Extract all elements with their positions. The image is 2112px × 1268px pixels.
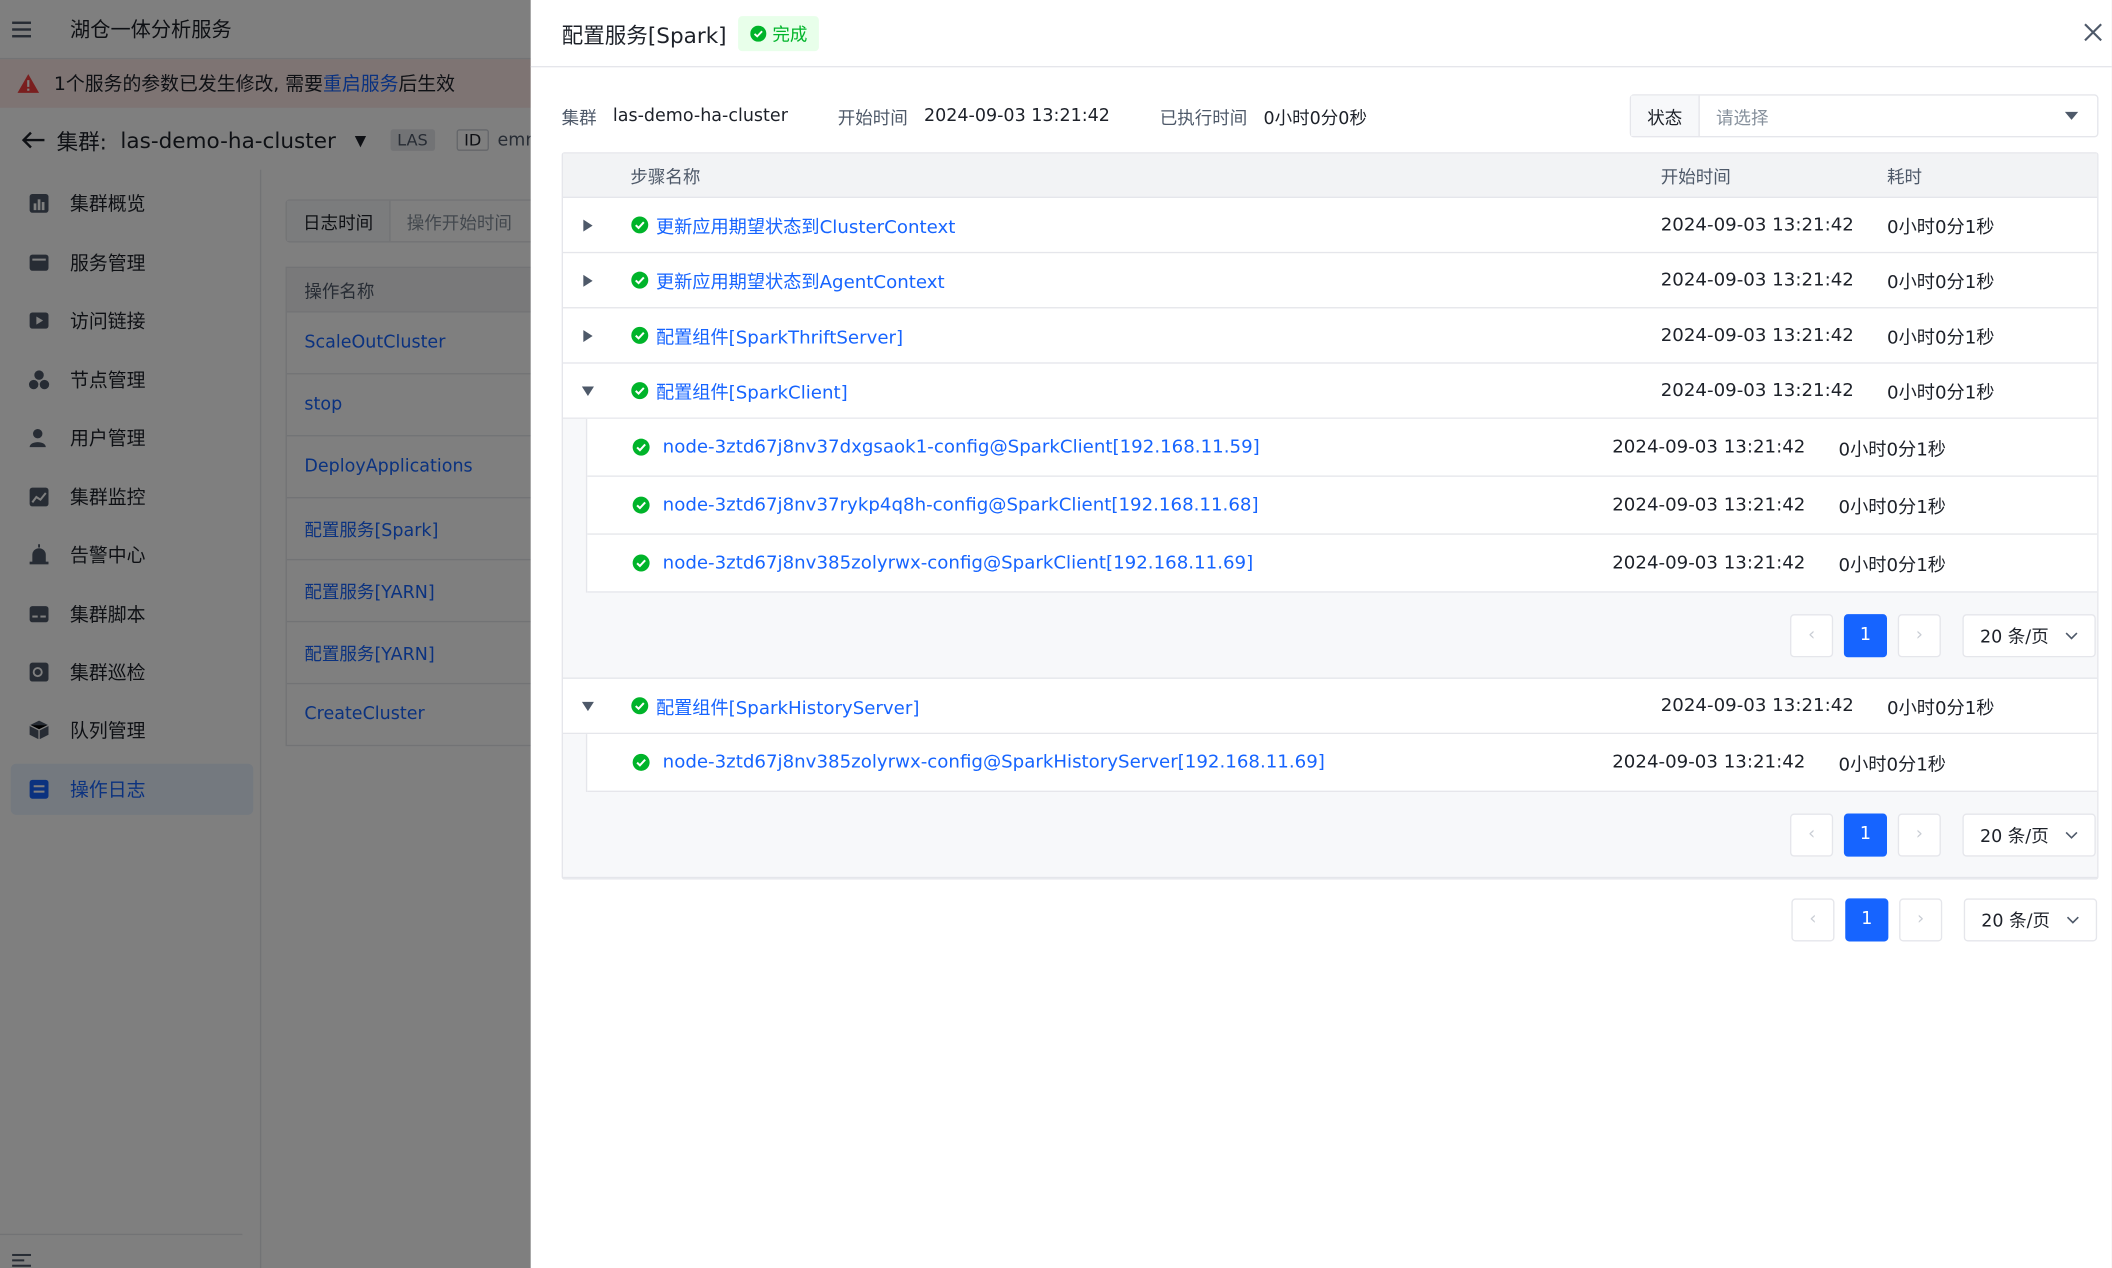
collapse-caret-icon[interactable] xyxy=(580,383,596,399)
sub-step-name-link[interactable]: node-3ztd67j8nv385zolyrwx-config@SparkHi… xyxy=(663,752,1325,774)
step-row: 更新应用期望状态到AgentContext 2024-09-03 13:21:42… xyxy=(563,253,2098,309)
sub-step-row: node-3ztd67j8nv385zolyrwx-config@SparkCl… xyxy=(587,535,2098,593)
sub-step-row: node-3ztd67j8nv37dxgsaok1-config@SparkCl… xyxy=(587,419,2098,477)
step-duration: 0小时0分1秒 xyxy=(1887,382,1995,405)
step-start-time: 2024-09-03 13:21:42 xyxy=(1660,269,1854,291)
status-select-label: 状态 xyxy=(1631,95,1700,137)
steps-pagination: ‹ 1 › 20 条/页 xyxy=(562,877,2099,962)
sub-step-row: node-3ztd67j8nv385zolyrwx-config@SparkHi… xyxy=(587,734,2098,792)
task-meta: 集群 las-demo-ha-cluster 开始时间 2024-09-03 1… xyxy=(561,104,1367,130)
page-number[interactable]: 1 xyxy=(1845,897,1889,941)
step-row: 配置组件[SparkHistoryServer] 2024-09-03 13:21… xyxy=(563,679,2098,735)
sub-step-panel: node-3ztd67j8nv385zolyrwx-config@SparkHi… xyxy=(563,734,2098,879)
collapse-caret-icon[interactable] xyxy=(580,698,596,714)
step-name-link[interactable]: 配置组件[SparkClient] xyxy=(656,377,848,405)
step-start-time: 2024-09-03 13:21:42 xyxy=(1660,695,1854,717)
sub-pagination: ‹ 1 › 20 条/页 xyxy=(563,593,2097,678)
sub-step-start-time: 2024-09-03 13:21:42 xyxy=(1612,436,1806,458)
meta-start-value: 2024-09-03 13:21:42 xyxy=(923,106,1110,127)
sub-step-start-time: 2024-09-03 13:21:42 xyxy=(1612,494,1806,516)
sub-step-name-link[interactable]: node-3ztd67j8nv37dxgsaok1-config@SparkCl… xyxy=(663,436,1260,458)
check-circle-icon xyxy=(630,381,649,400)
prev-page-button[interactable]: ‹ xyxy=(1790,812,1834,856)
meta-start-label: 开始时间 xyxy=(837,109,908,130)
step-start-time: 2024-09-03 13:21:42 xyxy=(1660,379,1854,402)
sub-step-name-link[interactable]: node-3ztd67j8nv37rykp4q8h-config@SparkCl… xyxy=(663,494,1259,516)
chevron-down-icon xyxy=(2066,915,2079,924)
status-badge: 完成 xyxy=(738,15,820,51)
col-step-name: 步骤名称 xyxy=(630,167,701,188)
step-detail-drawer: 配置服务[Spark] 完成 集群 las-demo-ha-cluster 开始… xyxy=(530,0,2112,1268)
step-row: 配置组件[SparkClient] 2024-09-03 13:21:42 0小时0… xyxy=(563,364,2098,419)
sub-step-panel: node-3ztd67j8nv37dxgsaok1-config@SparkCl… xyxy=(563,418,2098,679)
sub-step-name-link[interactable]: node-3ztd67j8nv385zolyrwx-config@SparkCl… xyxy=(663,552,1254,574)
next-page-button[interactable]: › xyxy=(1899,897,1943,941)
page-size-select[interactable]: 20 条/页 xyxy=(1962,812,2096,856)
chevron-down-icon xyxy=(2065,831,2078,839)
step-duration: 0小时0分1秒 xyxy=(1887,327,1995,349)
sub-step-start-time: 2024-09-03 13:21:42 xyxy=(1612,751,1806,774)
step-duration: 0小时0分1秒 xyxy=(1887,272,1995,294)
status-select[interactable]: 状态 请选择 xyxy=(1629,94,2099,138)
sub-step-start-time: 2024-09-03 13:21:42 xyxy=(1612,552,1806,574)
page-number[interactable]: 1 xyxy=(1843,613,1888,657)
page-size-label: 20 条/页 xyxy=(1981,911,2051,933)
sub-step-row: node-3ztd67j8nv37rykp4q8h-config@SparkCl… xyxy=(587,477,2098,535)
check-circle-icon xyxy=(632,753,651,772)
step-name-link[interactable]: 更新应用期望状态到AgentContext xyxy=(656,267,945,294)
expand-caret-icon[interactable] xyxy=(580,272,596,288)
sub-step-duration: 0小时0分1秒 xyxy=(1838,554,1946,577)
steps-table-header: 步骤名称 开始时间 耗时 xyxy=(563,153,2098,198)
page-number[interactable]: 1 xyxy=(1843,812,1888,856)
next-page-button[interactable]: › xyxy=(1897,812,1941,856)
page-size-select[interactable]: 20 条/页 xyxy=(1962,613,2096,657)
meta-cluster-label: 集群 xyxy=(561,109,597,130)
prev-page-button[interactable]: ‹ xyxy=(1790,613,1834,657)
step-start-time: 2024-09-03 13:21:42 xyxy=(1660,214,1854,236)
check-circle-icon xyxy=(630,326,649,345)
col-duration: 耗时 xyxy=(1887,167,1923,188)
step-name-link[interactable]: 更新应用期望状态到ClusterContext xyxy=(656,211,955,239)
sub-step-duration: 0小时0分1秒 xyxy=(1838,439,1946,461)
step-name-link[interactable]: 配置组件[SparkThriftServer] xyxy=(656,322,903,349)
sub-step-table: node-3ztd67j8nv385zolyrwx-config@SparkHi… xyxy=(585,734,2098,792)
meta-elapsed-value: 0小时0分0秒 xyxy=(1263,109,1367,130)
next-page-button[interactable]: › xyxy=(1897,613,1941,657)
chevron-down-icon xyxy=(2065,631,2078,639)
col-start-time: 开始时间 xyxy=(1660,167,1731,188)
check-circle-icon xyxy=(632,496,651,515)
check-circle-icon xyxy=(632,438,651,457)
status-select-placeholder: 请选择 xyxy=(1715,108,1769,129)
close-icon[interactable] xyxy=(2080,19,2107,46)
check-circle-icon xyxy=(750,24,767,42)
step-row: 更新应用期望状态到ClusterContext 2024-09-03 13:21:… xyxy=(563,198,2098,254)
drawer-header: 配置服务[Spark] 完成 xyxy=(530,0,2112,68)
expand-caret-icon[interactable] xyxy=(580,217,596,233)
page-size-label: 20 条/页 xyxy=(1979,826,2049,848)
check-circle-icon xyxy=(630,271,649,290)
step-row: 配置组件[SparkThriftServer] 2024-09-03 13:21:… xyxy=(563,308,2098,364)
step-duration: 0小时0分1秒 xyxy=(1887,216,1995,239)
expand-caret-icon[interactable] xyxy=(580,327,596,343)
meta-cluster-value: las-demo-ha-cluster xyxy=(612,106,788,127)
step-name-link[interactable]: 配置组件[SparkHistoryServer] xyxy=(656,692,919,720)
status-text: 完成 xyxy=(772,25,808,46)
page-size-label: 20 条/页 xyxy=(1979,627,2049,648)
caret-down-icon xyxy=(2064,111,2079,120)
page-size-select[interactable]: 20 条/页 xyxy=(1963,897,2098,941)
step-start-time: 2024-09-03 13:21:42 xyxy=(1660,324,1854,347)
steps-table: 步骤名称 开始时间 耗时 更新应用期望状态到ClusterContext 2024… xyxy=(561,152,2099,880)
check-circle-icon xyxy=(630,696,649,715)
sub-pagination: ‹ 1 › 20 条/页 xyxy=(563,792,2097,877)
drawer-title: 配置服务[Spark] xyxy=(561,22,727,48)
sub-step-duration: 0小时0分1秒 xyxy=(1838,497,1946,519)
sub-step-table: node-3ztd67j8nv37dxgsaok1-config@SparkCl… xyxy=(585,418,2098,593)
step-duration: 0小时0分1秒 xyxy=(1887,697,1995,720)
check-circle-icon xyxy=(632,554,651,573)
check-circle-icon xyxy=(630,216,649,235)
meta-elapsed-label: 已执行时间 xyxy=(1159,109,1248,130)
sub-step-duration: 0小时0分1秒 xyxy=(1838,754,1946,776)
prev-page-button[interactable]: ‹ xyxy=(1791,897,1835,941)
